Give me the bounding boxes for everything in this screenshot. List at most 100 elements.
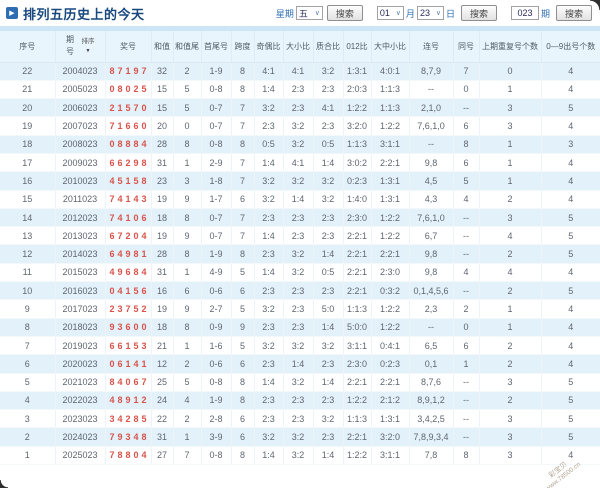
- cell: 0:3:2: [371, 281, 410, 301]
- cell: 31: [151, 263, 174, 283]
- month-select[interactable]: 01: [376, 6, 404, 20]
- cell: 3: [0, 409, 56, 429]
- cell: 1:2:2: [343, 98, 372, 118]
- cell: 2-9: [201, 153, 232, 173]
- month-label: 月: [405, 8, 415, 19]
- cell: 2: [173, 354, 202, 374]
- cell: 3:2: [313, 171, 344, 191]
- cell: 19: [151, 226, 174, 246]
- cell: 2:3: [254, 281, 284, 301]
- cell: 8: [231, 446, 255, 466]
- cell: 5: [173, 373, 202, 392]
- table-row: 5 2021023 84067 25 5 0-8 8 1:4 3:2 1:4 2:2:1 2:2:1 8…: [0, 373, 600, 392]
- cell: 2016023: [55, 281, 106, 301]
- day-select[interactable]: 23: [416, 6, 444, 20]
- day-select-value: 23: [419, 8, 430, 18]
- table-row: 15 2011023 74143 19 9 1-7 6 3:2 1:4 3:2 1:4:0 1:3:1…: [0, 190, 600, 209]
- cell: 0,1: [409, 354, 454, 374]
- cell: 1:3:1: [371, 409, 410, 429]
- cell: 2:3: [283, 281, 314, 301]
- cell: 6,5: [409, 336, 454, 356]
- cell: 9: [173, 226, 202, 246]
- cell: 2: [479, 281, 542, 301]
- cell: --: [453, 391, 480, 411]
- cell: --: [453, 409, 480, 429]
- cell: 5:0:0: [343, 318, 372, 337]
- cell: 1: [479, 135, 542, 154]
- cell: 6: [231, 281, 255, 301]
- sort-control[interactable]: 排序: [82, 38, 95, 55]
- cell: 1:4: [254, 373, 284, 392]
- cell: --: [453, 244, 480, 264]
- cell: 7,6,1,0: [409, 116, 454, 136]
- prize-number-cell: 66298: [105, 153, 152, 173]
- cell: 2012023: [55, 208, 106, 228]
- cell: 2020023: [55, 354, 106, 374]
- cell: 3: [479, 427, 542, 447]
- cell: 0:5: [254, 135, 284, 154]
- prize-number-cell: 87197: [105, 62, 152, 81]
- cell: 0,1,4,5,6: [409, 281, 454, 301]
- cell: 5: [541, 373, 600, 392]
- prize-number-cell: 93600: [105, 318, 152, 337]
- cell: 8: [231, 244, 255, 264]
- cell: 3:0:2: [343, 153, 372, 173]
- col-big-mid-small-ratio: 大中小比: [371, 31, 410, 63]
- weekday-search-button[interactable]: 搜索: [326, 5, 363, 21]
- cell: 4: [479, 226, 542, 246]
- cell: 1: [173, 336, 202, 356]
- cell: 7: [231, 98, 255, 118]
- cell: 1:4: [313, 244, 344, 264]
- table-row: 16 2010023 45158 23 3 1-8 7 3:2 3:2 3:2 0:2:3 1:3:1…: [0, 171, 600, 191]
- cell: 4: [0, 391, 56, 411]
- cell: 28: [151, 244, 174, 264]
- cell: 0-7: [201, 226, 232, 246]
- cell: 16: [0, 171, 56, 191]
- cell: 2:2:1: [343, 244, 372, 264]
- weekday-select[interactable]: 五: [295, 6, 323, 20]
- cell: 9,8: [409, 263, 454, 283]
- cell: 3: [541, 135, 600, 154]
- cell: 18: [0, 135, 56, 154]
- cell: 3:2: [283, 263, 314, 283]
- cell: 2:3: [283, 299, 314, 319]
- date-search-button[interactable]: 搜索: [460, 5, 497, 21]
- prize-number-cell: 79348: [105, 427, 152, 447]
- cell: 1:4: [254, 263, 284, 283]
- cell: 15: [0, 190, 56, 209]
- cell: 7: [0, 336, 56, 356]
- cell: 2:2:1: [343, 263, 372, 283]
- cell: 4: [541, 263, 600, 283]
- cell: 17: [0, 153, 56, 173]
- cell: 3:2: [283, 336, 314, 356]
- cell: 2:3: [313, 80, 344, 100]
- cell: 3:2: [313, 62, 344, 81]
- prize-number-cell: 64981: [105, 244, 152, 264]
- prize-number-cell: 34285: [105, 409, 152, 429]
- cell: 2:3: [313, 427, 344, 447]
- cell: 1:2:2: [371, 299, 410, 319]
- cell: 1:1:3: [343, 135, 372, 154]
- cell: 2: [479, 190, 542, 209]
- prize-number-cell: 23752: [105, 299, 152, 319]
- cell: 19: [0, 116, 56, 136]
- issue-number-input[interactable]: [510, 6, 539, 20]
- cell: 1:1:3: [343, 409, 372, 429]
- cell: 1:2:2: [371, 318, 410, 337]
- cell: 2022023: [55, 391, 106, 411]
- issue-label: 期: [540, 8, 550, 19]
- table-row: 6 2020023 06141 12 2 0-6 6 2:3 1:4 2:3 2:3:0 0:2:3 0…: [0, 354, 600, 374]
- cell: 4: [541, 116, 600, 136]
- cell: 3:1:1: [371, 135, 410, 154]
- history-table: 序号 期号 排序 奖号 和值 和值尾 首尾号 跨度 奇偶比 大小比 质合比 01…: [0, 31, 600, 466]
- cell: 1:4: [254, 153, 284, 173]
- cell: 1:4: [313, 373, 344, 392]
- cell: 0:2:3: [343, 171, 372, 191]
- cell: 0: [479, 62, 542, 81]
- cell: 0-6: [201, 281, 232, 301]
- cell: 3:2: [283, 244, 314, 264]
- table-row: 18 2008023 08884 28 8 0-8 8 0:5 3:2 0:5 1:1:3 3:1:1…: [0, 135, 600, 154]
- col-big-small-ratio: 大小比: [283, 31, 314, 63]
- cell: 1:2:2: [343, 446, 372, 466]
- issue-search-button[interactable]: 搜索: [555, 5, 592, 21]
